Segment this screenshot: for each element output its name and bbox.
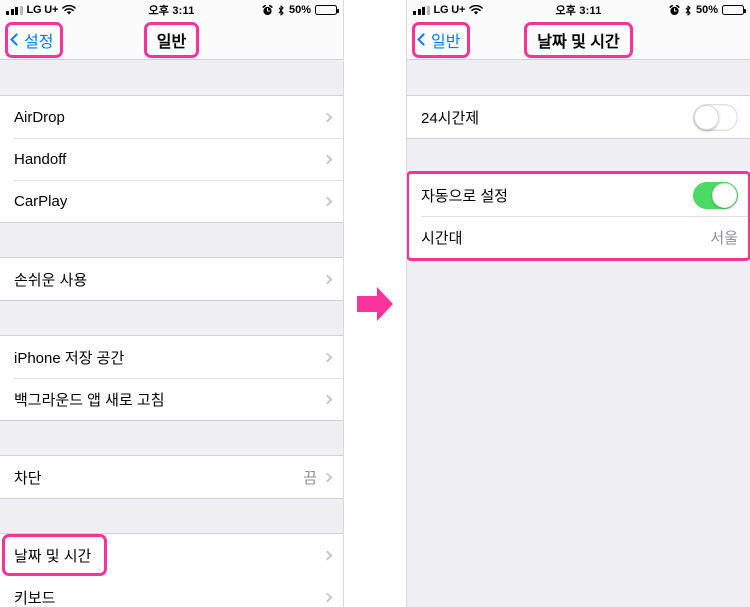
settings-list-left[interactable]: AirDrop Handoff CarPlay 손쉬운 사용 iPhone 저장… <box>0 60 343 607</box>
list-item-label: 차단 <box>14 469 42 487</box>
battery-percent-label: 50% <box>695 4 718 16</box>
settings-group-auto-timezone: 자동으로 설정 시간대 서울 <box>407 171 750 261</box>
toggle-knob <box>694 104 719 130</box>
section-gap <box>407 139 750 173</box>
toggle-24-hour-time[interactable] <box>693 103 738 131</box>
list-item-label: 24시간제 <box>421 109 480 127</box>
list-item-value: 끔 <box>303 469 317 487</box>
wifi-icon <box>469 4 484 15</box>
toggle-knob <box>712 182 737 208</box>
chevron-right-icon <box>322 472 333 482</box>
section-gap <box>0 499 343 533</box>
chevron-right-icon <box>322 352 333 362</box>
list-item-label: 시간대 <box>421 229 463 247</box>
chevron-right-icon <box>322 112 333 122</box>
right-phone-screen: LG U+ 오후 3:11 50% 일반 날짜 및 시간 24시간제 자동으로 … <box>406 0 750 607</box>
list-item-label: 백그라운드 앱 새로 고침 <box>14 391 165 409</box>
section-gap <box>0 421 343 455</box>
signal-bars-icon <box>6 5 23 15</box>
list-item-background-app-refresh[interactable]: 백그라운드 앱 새로 고침 <box>0 378 343 420</box>
settings-group-storage: iPhone 저장 공간 백그라운드 앱 새로 고침 <box>0 335 343 421</box>
settings-group-restrictions: 차단 끔 <box>0 455 343 499</box>
arrow-right-icon <box>357 287 393 321</box>
section-gap <box>407 60 750 95</box>
back-button-settings[interactable]: 설정 <box>5 21 64 58</box>
chevron-right-icon <box>322 550 333 560</box>
list-item-keyboard[interactable]: 키보드 <box>0 576 343 607</box>
alarm-clock-icon <box>262 4 273 15</box>
list-item-time-zone[interactable]: 시간대 서울 <box>407 216 750 258</box>
list-item-label: 손쉬운 사용 <box>14 271 88 289</box>
list-item-date-and-time[interactable]: 날짜 및 시간 <box>0 534 343 576</box>
tutorial-stage: LG U+ 오후 3:11 50% 설정 일반 AirDrop Handoff … <box>0 0 750 607</box>
carrier-label: LG U+ <box>26 4 59 16</box>
section-gap <box>0 60 343 95</box>
bluetooth-icon <box>685 4 691 16</box>
list-item-airdrop[interactable]: AirDrop <box>0 96 343 138</box>
nav-title-label: 날짜 및 시간 <box>524 21 633 58</box>
list-item-label: Handoff <box>14 150 67 168</box>
list-item-restrictions[interactable]: 차단 끔 <box>0 456 343 498</box>
status-bar-left-group: LG U+ <box>413 4 484 16</box>
carrier-label: LG U+ <box>433 4 466 16</box>
settings-list-right[interactable]: 24시간제 자동으로 설정 시간대 서울 <box>407 60 750 607</box>
back-button-general[interactable]: 일반 <box>412 21 471 58</box>
left-phone-screen: LG U+ 오후 3:11 50% 설정 일반 AirDrop Handoff … <box>0 0 344 607</box>
list-item-accessibility[interactable]: 손쉬운 사용 <box>0 258 343 300</box>
chevron-right-icon <box>322 196 333 206</box>
settings-group-accessibility: 손쉬운 사용 <box>0 257 343 301</box>
battery-icon <box>722 5 746 15</box>
list-item-carplay[interactable]: CarPlay <box>0 180 343 222</box>
chevron-left-icon <box>10 33 23 46</box>
section-gap <box>0 223 343 257</box>
chevron-left-icon <box>417 33 430 46</box>
chevron-right-icon <box>322 394 333 404</box>
section-gap <box>0 301 343 335</box>
chevron-right-icon <box>322 154 333 164</box>
list-item-label: 키보드 <box>14 589 56 607</box>
wifi-icon <box>62 4 77 15</box>
alarm-clock-icon <box>669 4 680 15</box>
status-bar-left: LG U+ 오후 3:11 50% <box>0 0 343 20</box>
list-item-handoff[interactable]: Handoff <box>0 138 343 180</box>
list-item-24-hour-time[interactable]: 24시간제 <box>407 96 750 138</box>
toggle-set-automatically[interactable] <box>693 181 738 209</box>
list-item-label: 날짜 및 시간 <box>14 547 92 565</box>
list-item-label: iPhone 저장 공간 <box>14 349 125 367</box>
status-bar-right-group: 50% <box>262 4 339 16</box>
nav-bar-right: 일반 날짜 및 시간 <box>407 20 750 60</box>
bluetooth-icon <box>278 4 284 16</box>
settings-group-sharing: AirDrop Handoff CarPlay <box>0 95 343 223</box>
chevron-right-icon <box>322 592 333 602</box>
signal-bars-icon <box>413 5 430 15</box>
chevron-right-icon <box>322 274 333 284</box>
status-bar-right: LG U+ 오후 3:11 50% <box>407 0 750 20</box>
list-item-iphone-storage[interactable]: iPhone 저장 공간 <box>0 336 343 378</box>
list-item-date-time-wrapper: 날짜 및 시간 <box>0 534 343 576</box>
battery-icon <box>315 5 339 15</box>
list-item-label: 자동으로 설정 <box>421 187 508 205</box>
back-button-label: 일반 <box>431 33 461 51</box>
settings-group-datetime: 날짜 및 시간 키보드 <box>0 533 343 607</box>
settings-group-hour24: 24시간제 <box>407 95 750 139</box>
list-item-label: AirDrop <box>14 108 65 126</box>
back-button-label: 설정 <box>24 33 54 51</box>
battery-percent-label: 50% <box>288 4 311 16</box>
status-bar-right-group: 50% <box>669 4 746 16</box>
list-item-set-automatically[interactable]: 자동으로 설정 <box>407 174 750 216</box>
list-item-value: 서울 <box>710 229 738 247</box>
nav-title-label: 일반 <box>143 21 200 58</box>
status-bar-left-group: LG U+ <box>6 4 77 16</box>
nav-bar-left: 설정 일반 <box>0 20 343 60</box>
list-item-label: CarPlay <box>14 192 68 210</box>
